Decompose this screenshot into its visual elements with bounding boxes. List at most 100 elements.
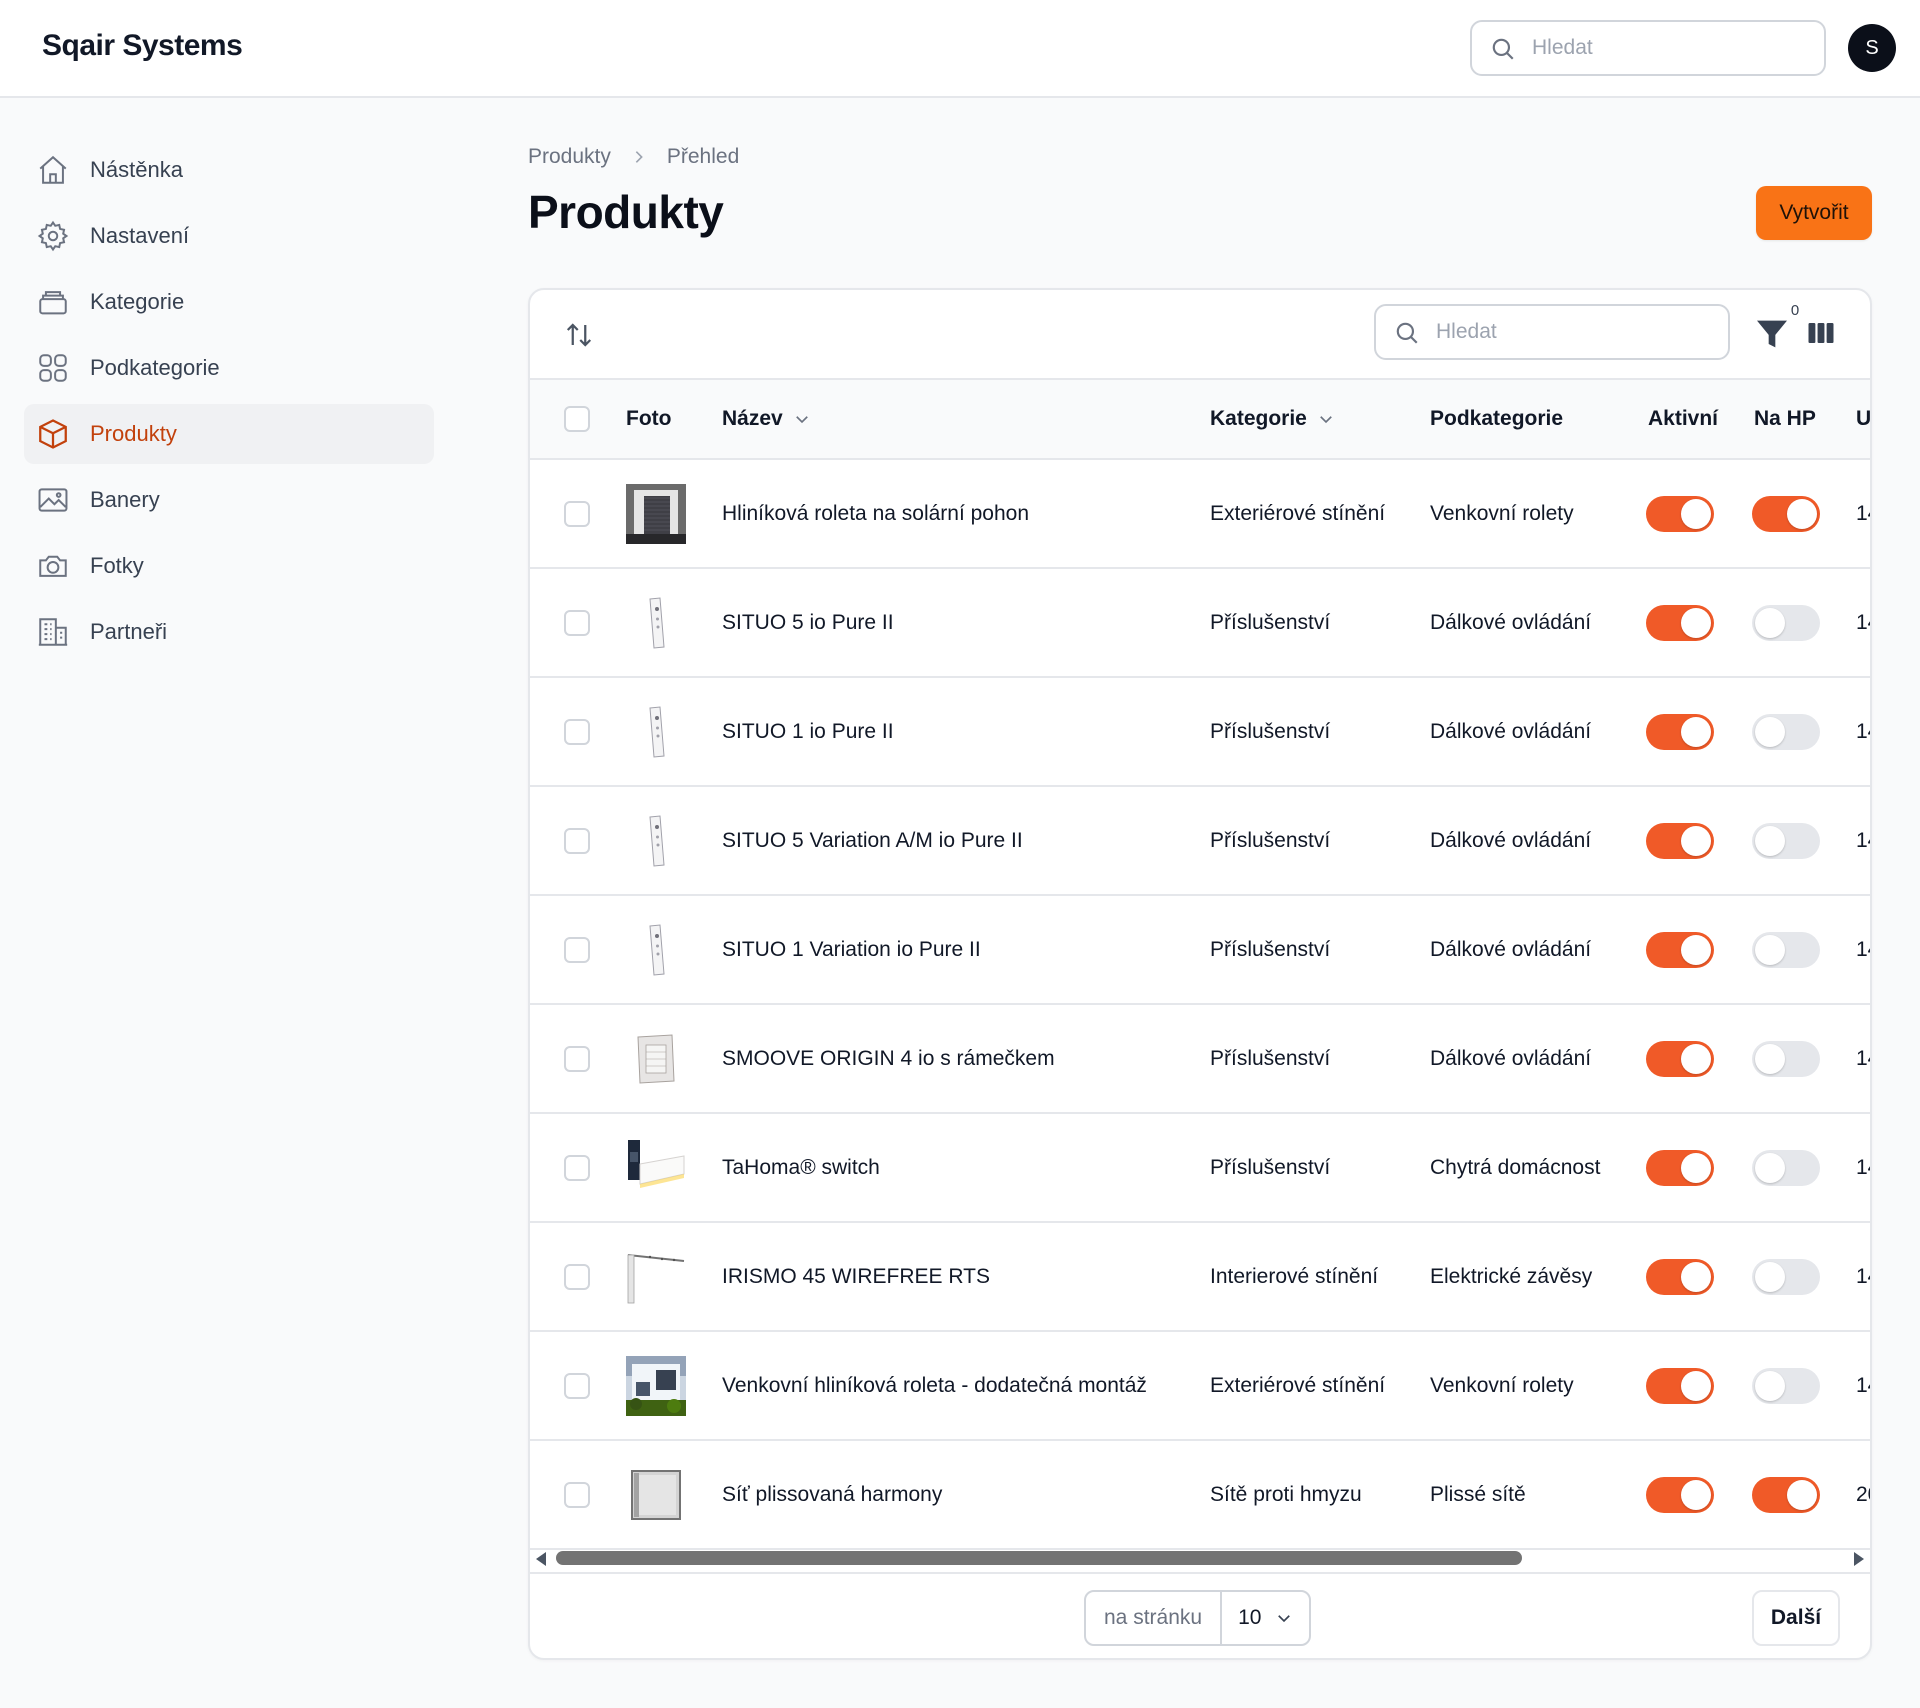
row-checkbox[interactable] [564, 1372, 590, 1399]
column-header-label: Název [722, 407, 783, 430]
toggle-knob [1787, 1479, 1817, 1510]
product-photo [626, 1005, 686, 1112]
row-checkbox[interactable] [564, 827, 590, 854]
product-photo [626, 787, 686, 894]
product-name[interactable]: SITUO 5 io Pure II [722, 569, 894, 676]
row-checkbox[interactable] [564, 500, 590, 527]
active-toggle[interactable] [1646, 604, 1714, 641]
product-name[interactable]: Síť plissovaná harmony [722, 1441, 942, 1548]
homepage-toggle-cell [1752, 678, 1820, 785]
homepage-toggle[interactable] [1752, 1258, 1820, 1295]
active-toggle[interactable] [1646, 1476, 1714, 1513]
table-row[interactable]: SITUO 5 io Pure II Příslušenství Dálkové… [530, 569, 1870, 678]
homepage-toggle[interactable] [1752, 1476, 1820, 1513]
sidebar-item-kategorie[interactable]: Kategorie [24, 272, 434, 332]
global-search[interactable] [1470, 20, 1826, 76]
homepage-toggle[interactable] [1752, 822, 1820, 859]
sidebar-item-produkty[interactable]: Produkty [24, 404, 434, 464]
scroll-left-arrow-icon[interactable] [536, 1552, 546, 1566]
row-checkbox[interactable] [564, 1154, 590, 1181]
table-row[interactable]: SITUO 1 io Pure II Příslušenství Dálkové… [530, 678, 1870, 787]
sidebar-item-partneri[interactable]: Partneři [24, 602, 434, 662]
filter-icon[interactable] [1752, 314, 1792, 354]
product-name[interactable]: Hliníková roleta na solární pohon [722, 460, 1029, 567]
active-toggle[interactable] [1646, 495, 1714, 532]
product-category: Příslušenství [1210, 1046, 1331, 1070]
homepage-toggle[interactable] [1752, 1367, 1820, 1404]
homepage-toggle[interactable] [1752, 1040, 1820, 1077]
column-header-kategorie[interactable]: Kategorie [1210, 380, 1335, 458]
scrollbar-thumb[interactable] [556, 1551, 1522, 1565]
product-name[interactable]: SITUO 1 io Pure II [722, 678, 894, 785]
global-search-input[interactable] [1532, 22, 1812, 74]
active-toggle[interactable] [1646, 822, 1714, 859]
brand-logo[interactable]: Sqair Systems [42, 29, 243, 63]
table-row[interactable]: SITUO 1 Variation io Pure II Příslušenst… [530, 896, 1870, 1005]
toggle-knob [1681, 498, 1711, 529]
homepage-toggle[interactable] [1752, 931, 1820, 968]
product-subcategory: Dálkové ovládání [1430, 719, 1592, 743]
table-row[interactable]: IRISMO 45 WIREFREE RTS Interierové stíně… [530, 1223, 1870, 1332]
sidebar-item-podkategorie[interactable]: Podkategorie [24, 338, 434, 398]
table-row[interactable]: Síť plissovaná harmony Sítě proti hmyzu … [530, 1441, 1870, 1550]
product-name[interactable]: SITUO 5 Variation A/M io Pure II [722, 787, 1023, 894]
active-toggle[interactable] [1646, 1149, 1714, 1186]
row-checkbox[interactable] [564, 718, 590, 745]
active-toggle[interactable] [1646, 1258, 1714, 1295]
user-avatar[interactable]: S [1848, 24, 1896, 72]
next-page-button[interactable]: Další [1752, 1590, 1840, 1646]
scroll-right-arrow-icon[interactable] [1854, 1552, 1864, 1566]
product-photo [626, 896, 686, 1003]
product-name[interactable]: SMOOVE ORIGIN 4 io s rámečkem [722, 1005, 1055, 1112]
breadcrumb-link-produkty[interactable]: Produkty [528, 145, 611, 169]
columns-icon[interactable] [1806, 318, 1836, 348]
active-toggle[interactable] [1646, 1040, 1714, 1077]
sidebar-item-nastenka[interactable]: Nástěnka [24, 140, 434, 200]
column-header-nazev[interactable]: Název [722, 380, 811, 458]
table-row[interactable]: SMOOVE ORIGIN 4 io s rámečkem Příslušens… [530, 1005, 1870, 1114]
product-extra: 14 [1856, 1373, 1870, 1397]
active-toggle[interactable] [1646, 713, 1714, 750]
per-page-value[interactable]: 10 [1222, 1592, 1309, 1644]
sort-icon[interactable] [564, 320, 594, 350]
row-checkbox[interactable] [564, 1263, 590, 1290]
product-subcategory: Venkovní rolety [1430, 501, 1574, 525]
product-name[interactable]: Venkovní hliníková roleta - dodatečná mo… [722, 1332, 1147, 1439]
per-page-label: na stránku [1086, 1592, 1223, 1644]
row-checkbox[interactable] [564, 1045, 590, 1072]
homepage-toggle[interactable] [1752, 1149, 1820, 1186]
row-checkbox[interactable] [564, 1481, 590, 1508]
active-toggle[interactable] [1646, 931, 1714, 968]
table-body: Hliníková roleta na solární pohon Exteri… [530, 460, 1870, 1550]
row-checkbox[interactable] [564, 609, 590, 636]
per-page-select[interactable]: na stránku 10 [1084, 1590, 1312, 1646]
product-subcategory: Dálkové ovládání [1430, 1046, 1592, 1070]
table-search-input[interactable] [1436, 306, 1716, 358]
create-button[interactable]: Vytvořit [1756, 186, 1872, 240]
sidebar-item-banery[interactable]: Banery [24, 470, 434, 530]
product-category: Příslušenství [1210, 610, 1331, 634]
homepage-toggle[interactable] [1752, 495, 1820, 532]
sidebar-item-fotky[interactable]: Fotky [24, 536, 434, 596]
select-all-checkbox[interactable] [564, 406, 590, 432]
product-photo [626, 460, 686, 567]
product-name[interactable]: IRISMO 45 WIREFREE RTS [722, 1223, 990, 1330]
table-row[interactable]: Venkovní hliníková roleta - dodatečná mo… [530, 1332, 1870, 1441]
sidebar-item-nastaveni[interactable]: Nastavení [24, 206, 434, 266]
toggle-knob [1755, 1370, 1785, 1401]
product-photo [626, 1441, 686, 1548]
table-row[interactable]: TaHoma® switch Příslušenství Chytrá domá… [530, 1114, 1870, 1223]
table-row[interactable]: Hliníková roleta na solární pohon Exteri… [530, 460, 1870, 569]
product-category: Sítě proti hmyzu [1210, 1482, 1362, 1506]
active-toggle[interactable] [1646, 1367, 1714, 1404]
table-row[interactable]: SITUO 5 Variation A/M io Pure II Přísluš… [530, 787, 1870, 896]
row-select-cell [564, 1332, 590, 1439]
homepage-toggle[interactable] [1752, 713, 1820, 750]
building-icon [36, 615, 70, 649]
horizontal-scrollbar[interactable] [530, 1546, 1870, 1570]
table-search[interactable] [1374, 304, 1730, 360]
product-name[interactable]: TaHoma® switch [722, 1114, 880, 1221]
product-name[interactable]: SITUO 1 Variation io Pure II [722, 896, 981, 1003]
row-checkbox[interactable] [564, 936, 590, 963]
homepage-toggle[interactable] [1752, 604, 1820, 641]
